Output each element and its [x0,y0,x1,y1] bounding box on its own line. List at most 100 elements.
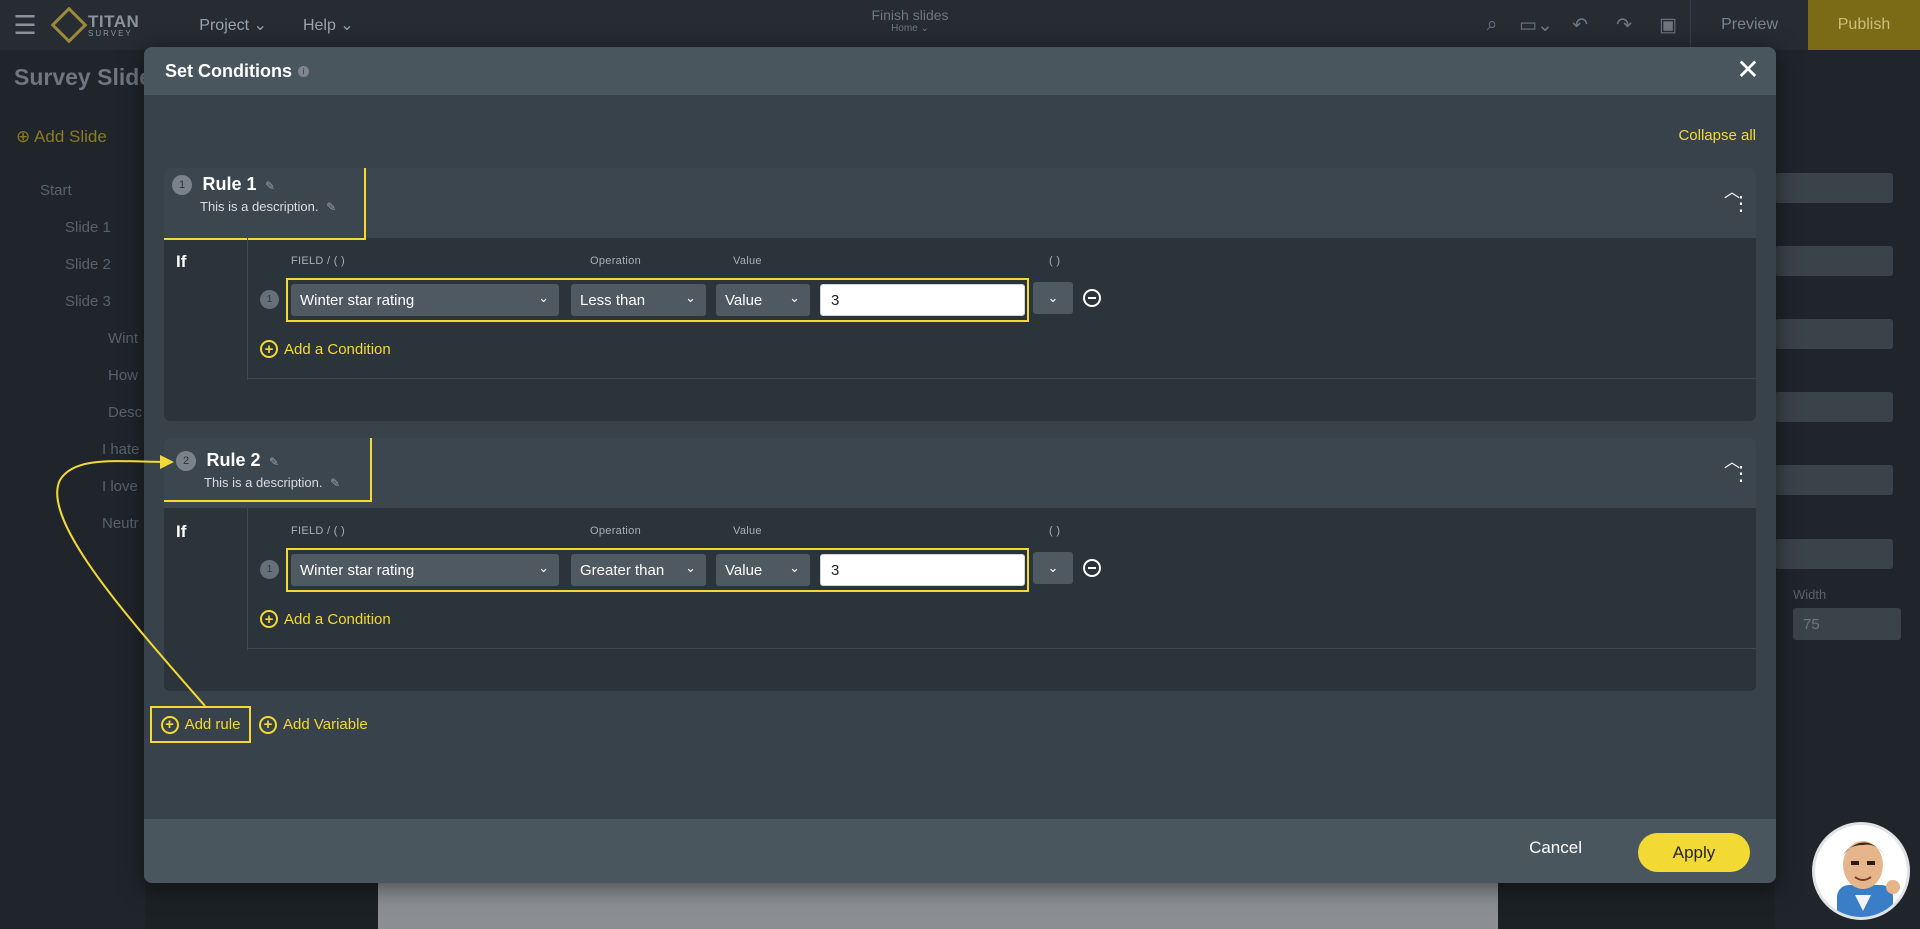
menu-project[interactable]: Project ⌄ [199,15,267,35]
tree-item[interactable]: Slide 2 [20,246,142,283]
width-input[interactable]: 75 [1793,608,1901,640]
chevron-down-icon: ⌄ [538,290,549,305]
rule-description: This is a description. ✎ [204,475,341,490]
chevron-down-icon: ⌄ [685,290,696,305]
edit-description-icon[interactable]: ✎ [326,200,336,214]
close-icon[interactable]: ✕ [1734,56,1762,85]
logo-mark-icon [50,6,88,44]
chevron-down-icon: ⌄ [685,560,696,575]
column-header-value: Value [733,255,762,267]
tree-item[interactable]: Neutr [20,505,142,542]
cancel-button[interactable]: Cancel [1529,838,1582,858]
rule-header: 2 Rule 2 ✎ This is a description. ✎ ︿ ⋮ [164,438,1756,508]
modal-title: Set Conditions [165,60,292,81]
condition-number-badge: 1 [260,560,279,579]
redo-icon[interactable]: ↷ [1602,0,1646,50]
divider [248,648,1756,649]
paren-select[interactable]: ⌄ [1033,282,1073,314]
column-header-operation: Operation [590,525,642,537]
add-slide-link[interactable]: ⊕ Add Slide [16,127,107,147]
collapse-all-link[interactable]: Collapse all [1678,127,1756,144]
page-title-center: Finish slides Home ⌄ [871,7,949,35]
chevron-down-icon: ⌄ [538,560,549,575]
info-icon[interactable]: i [298,65,309,77]
rule-description: This is a description. ✎ [200,199,337,214]
chevron-down-icon: ⌄ [1047,290,1059,305]
chevron-down-icon: ⌄ [789,560,800,575]
chevron-down-icon: ⌄ [789,290,800,305]
publish-button[interactable]: Publish [1808,0,1920,50]
rule-name: Rule 2 [206,450,261,470]
rule-title-box: 1 Rule 1 ✎ This is a description. ✎ [164,168,366,240]
tree-item[interactable]: Start [20,172,142,209]
divider [248,378,1756,379]
tree-item[interactable]: I hate [20,431,142,468]
tree-item[interactable]: How [20,357,142,394]
device-icon[interactable]: ▭⌄ [1514,0,1558,50]
property-field[interactable] [1775,392,1893,422]
rule-body: If FIELD / ( ) Operation Value ( ) 1 Win… [164,508,1756,650]
logo: TITAN SURVEY [50,6,140,44]
field-select[interactable]: Winter star rating ⌄ [291,554,559,586]
edit-name-icon[interactable]: ✎ [269,455,279,469]
add-condition-button[interactable]: + Add a Condition [260,610,391,628]
add-variable-button[interactable]: + Add Variable [259,715,368,734]
apply-button[interactable]: Apply [1638,833,1750,872]
tree-item[interactable]: I love [20,468,142,505]
rule-card: 1 Rule 1 ✎ This is a description. ✎ ︿ ⋮ … [164,168,1756,421]
property-field[interactable] [1775,173,1893,203]
value-type-select[interactable]: Value ⌄ [716,284,810,316]
logo-subtitle: SURVEY [88,28,133,38]
if-label: If [176,522,187,541]
save-icon[interactable]: ▣ [1646,0,1690,50]
logo-title: TITAN [88,11,140,31]
column-header-value: Value [733,525,762,537]
rule-body: If FIELD / ( ) Operation Value ( ) 1 Win… [164,238,1756,380]
property-field[interactable] [1775,465,1893,495]
column-header-operation: Operation [590,255,642,267]
paren-select[interactable]: ⌄ [1033,552,1073,584]
rule-actions: + Add rule + Add Variable [150,706,368,743]
set-conditions-modal: Set Conditions i ✕ Collapse all 1 Rule 1… [144,47,1776,883]
value-type-select[interactable]: Value ⌄ [716,554,810,586]
edit-name-icon[interactable]: ✎ [265,179,275,193]
if-label: If [176,252,187,271]
menu-help[interactable]: Help ⌄ [303,15,354,35]
modal-footer: Cancel Apply [144,819,1776,883]
remove-condition-icon[interactable] [1083,559,1101,577]
tree-item[interactable]: Slide 1 [20,209,142,246]
rule-menu-icon[interactable]: ⋮ [1731,464,1751,484]
undo-icon[interactable]: ↶ [1558,0,1602,50]
tree-item[interactable]: Desc [20,394,142,431]
preview-button[interactable]: Preview [1690,0,1808,50]
chevron-down-icon: ⌄ [1047,560,1059,575]
rule-title-box: 2 Rule 2 ✎ This is a description. ✎ [164,438,372,502]
column-header-field: FIELD / ( ) [291,255,346,267]
property-field[interactable] [1775,246,1893,276]
operation-select[interactable]: Greater than ⌄ [571,554,706,586]
slide-tree: Start Slide 1 Slide 2 Slide 3 Wint How D… [20,172,142,542]
rule-name: Rule 1 [202,174,257,194]
remove-condition-icon[interactable] [1083,289,1101,307]
add-condition-button[interactable]: + Add a Condition [260,340,391,358]
tree-item[interactable]: Wint [20,320,142,357]
value-input[interactable] [820,284,1025,316]
rule-card: 2 Rule 2 ✎ This is a description. ✎ ︿ ⋮ … [164,438,1756,691]
add-rule-button[interactable]: + Add rule [150,706,251,743]
rule-number-badge: 1 [172,175,192,195]
search-icon[interactable]: ⌕ [1470,0,1514,50]
edit-description-icon[interactable]: ✎ [330,476,340,490]
hamburger-menu-icon[interactable]: ☰ [0,0,50,50]
value-input[interactable] [820,554,1025,586]
assistant-avatar[interactable] [1812,822,1910,920]
rule-menu-icon[interactable]: ⋮ [1731,194,1751,214]
field-select[interactable]: Winter star rating ⌄ [291,284,559,316]
operation-select[interactable]: Less than ⌄ [571,284,706,316]
property-field[interactable] [1775,539,1893,569]
tree-item[interactable]: Slide 3 [20,283,142,320]
divider [247,508,248,650]
column-header-paren: ( ) [1049,525,1061,537]
column-header-field: FIELD / ( ) [291,525,346,537]
property-field[interactable] [1775,319,1893,349]
modal-header: Set Conditions i ✕ [144,47,1776,95]
